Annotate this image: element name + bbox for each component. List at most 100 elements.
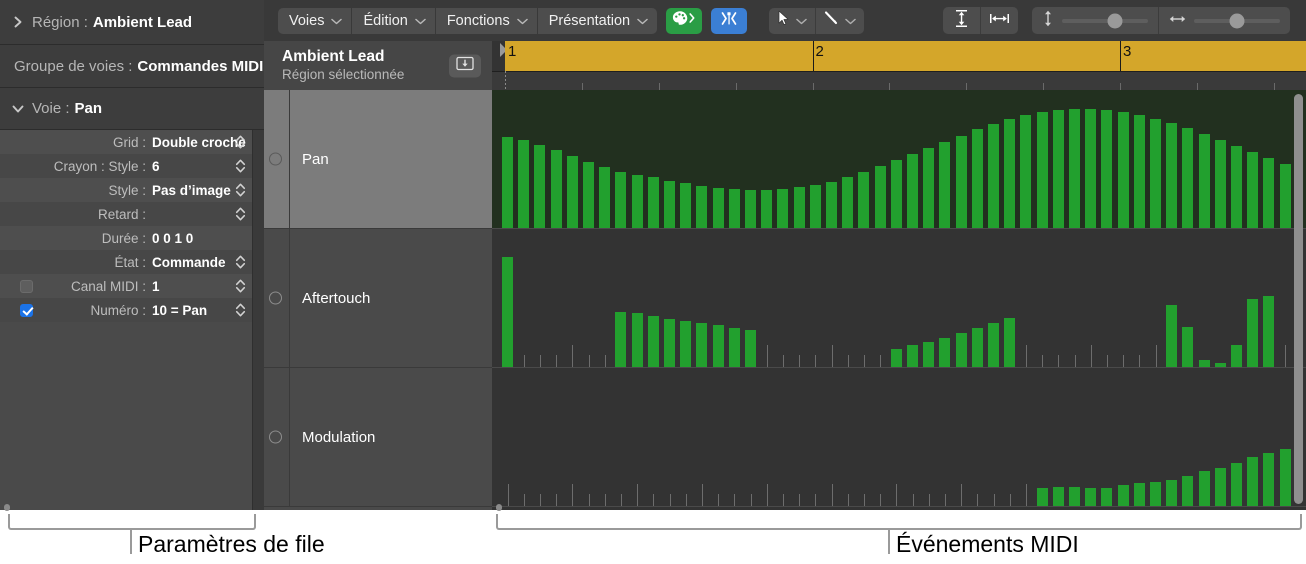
midi-event-bar[interactable]: [1215, 140, 1226, 228]
midi-event-bar[interactable]: [761, 190, 772, 228]
midi-event-bar[interactable]: [875, 166, 886, 228]
midi-event-bar[interactable]: [988, 124, 999, 228]
midi-event-bar[interactable]: [599, 167, 610, 228]
midi-event-bar[interactable]: [891, 160, 902, 228]
midi-event-bar[interactable]: [502, 137, 513, 228]
midi-event-area[interactable]: [492, 90, 1306, 510]
midi-event-bar[interactable]: [1263, 158, 1274, 228]
midi-event-bar[interactable]: [713, 325, 724, 367]
stepper-icon-2[interactable]: [235, 182, 246, 198]
bar-ruler[interactable]: 123456: [492, 41, 1306, 90]
event-horizontal-scrollbar[interactable]: [496, 504, 502, 511]
midi-event-bar[interactable]: [1199, 360, 1210, 367]
midi-event-bar[interactable]: [1069, 109, 1080, 228]
inspector-lane-group-row[interactable]: Groupe de voies : Commandes MIDI: [0, 45, 264, 88]
midi-event-bar[interactable]: [1101, 110, 1112, 228]
stepper-icon-3[interactable]: [235, 206, 246, 222]
midi-event-bar[interactable]: [956, 333, 967, 367]
horizontal-fit-button[interactable]: [981, 7, 1018, 34]
midi-event-bar[interactable]: [1150, 119, 1161, 228]
stepper-icon-7[interactable]: [235, 302, 246, 318]
midi-event-bar[interactable]: [907, 345, 918, 367]
stepper-icon-1[interactable]: [235, 158, 246, 174]
midi-event-bar[interactable]: [1166, 123, 1177, 228]
midi-event-bar[interactable]: [745, 330, 756, 367]
midi-event-bar[interactable]: [1020, 115, 1031, 228]
midi-event-bar[interactable]: [615, 172, 626, 228]
param-row-2[interactable]: Style :Pas d’image: [0, 178, 252, 202]
midi-event-bar[interactable]: [664, 319, 675, 367]
midi-event-bar[interactable]: [1231, 146, 1242, 228]
midi-event-bar[interactable]: [632, 175, 643, 228]
param-value-4[interactable]: 0 0 1 0: [150, 231, 252, 246]
midi-event-bar[interactable]: [1199, 134, 1210, 228]
midi-event-bar[interactable]: [567, 156, 578, 228]
midi-event-bar[interactable]: [956, 136, 967, 228]
vertical-scrollbar[interactable]: [1294, 94, 1303, 504]
stepper-icon-6[interactable]: [235, 278, 246, 294]
midi-event-bar[interactable]: [1247, 457, 1258, 506]
chevron-right-icon[interactable]: [10, 14, 26, 30]
lane-header-aftertouch[interactable]: Aftertouch: [264, 229, 492, 368]
midi-event-bar[interactable]: [794, 187, 805, 228]
param-checkbox-6[interactable]: [20, 280, 33, 293]
midi-event-bar[interactable]: [551, 150, 562, 228]
midi-event-bar[interactable]: [891, 349, 902, 367]
midi-event-bar[interactable]: [810, 185, 821, 228]
midi-event-bar[interactable]: [632, 313, 643, 367]
midi-event-bar[interactable]: [1280, 449, 1291, 506]
inspector-lane-row[interactable]: Voie : Pan: [0, 88, 264, 130]
inspector-horizontal-scrollbar[interactable]: [4, 504, 10, 511]
midi-event-bar[interactable]: [1004, 119, 1015, 228]
midi-event-bar[interactable]: [1263, 453, 1274, 506]
horizontal-zoom-slider[interactable]: [1194, 19, 1280, 23]
midi-event-bar[interactable]: [518, 140, 529, 228]
midi-event-bar[interactable]: [729, 189, 740, 228]
midi-event-bar[interactable]: [939, 142, 950, 228]
param-row-5[interactable]: État :Commande: [0, 250, 252, 274]
midi-event-bar[interactable]: [1004, 318, 1015, 367]
import-region-button[interactable]: [449, 54, 481, 77]
midi-event-bar[interactable]: [972, 129, 983, 228]
midi-event-bar[interactable]: [988, 323, 999, 367]
midi-event-bar[interactable]: [1053, 110, 1064, 228]
midi-event-bar[interactable]: [615, 312, 626, 367]
midi-event-bar[interactable]: [713, 188, 724, 228]
inspector-region-row[interactable]: Région : Ambient Lead: [0, 0, 264, 45]
midi-event-bar[interactable]: [648, 316, 659, 367]
midi-event-bar[interactable]: [1085, 109, 1096, 228]
midi-event-bar[interactable]: [1118, 485, 1129, 506]
param-row-6[interactable]: Canal MIDI :1: [0, 274, 252, 298]
midi-event-bar[interactable]: [502, 257, 513, 367]
event-lane-aftertouch[interactable]: [492, 229, 1306, 368]
midi-in-button[interactable]: [711, 8, 747, 34]
midi-event-bar[interactable]: [729, 328, 740, 367]
midi-event-bar[interactable]: [664, 181, 675, 228]
midi-event-bar[interactable]: [1263, 296, 1274, 367]
midi-event-bar[interactable]: [745, 190, 756, 228]
midi-event-bar[interactable]: [1134, 115, 1145, 228]
ruler-subdivision-strip[interactable]: [492, 71, 1306, 90]
menu-edition[interactable]: Édition: [352, 8, 435, 34]
lane-enable-dot-icon[interactable]: [269, 431, 282, 444]
midi-event-bar[interactable]: [777, 189, 788, 228]
midi-event-bar[interactable]: [907, 154, 918, 228]
pointer-tool-button[interactable]: [769, 8, 816, 34]
param-row-0[interactable]: Grid :Double croche: [0, 130, 252, 154]
midi-event-bar[interactable]: [680, 183, 691, 228]
lane-header-modulation[interactable]: Modulation: [264, 368, 492, 507]
midi-event-bar[interactable]: [858, 172, 869, 228]
horizontal-zoom-slider-knob[interactable]: [1230, 13, 1245, 28]
line-tool-button[interactable]: [816, 8, 864, 34]
menu-presentation[interactable]: Présentation: [538, 8, 657, 34]
midi-event-bar[interactable]: [1215, 468, 1226, 506]
midi-event-bar[interactable]: [923, 342, 934, 367]
midi-event-bar[interactable]: [1280, 164, 1291, 228]
midi-event-bar[interactable]: [972, 328, 983, 367]
midi-event-bar[interactable]: [1182, 327, 1193, 367]
event-lane-modulation[interactable]: [492, 368, 1306, 507]
param-row-3[interactable]: Retard :: [0, 202, 252, 226]
cycle-range[interactable]: [505, 41, 1306, 71]
param-row-1[interactable]: Crayon : Style :6: [0, 154, 252, 178]
midi-event-bar[interactable]: [1166, 480, 1177, 506]
